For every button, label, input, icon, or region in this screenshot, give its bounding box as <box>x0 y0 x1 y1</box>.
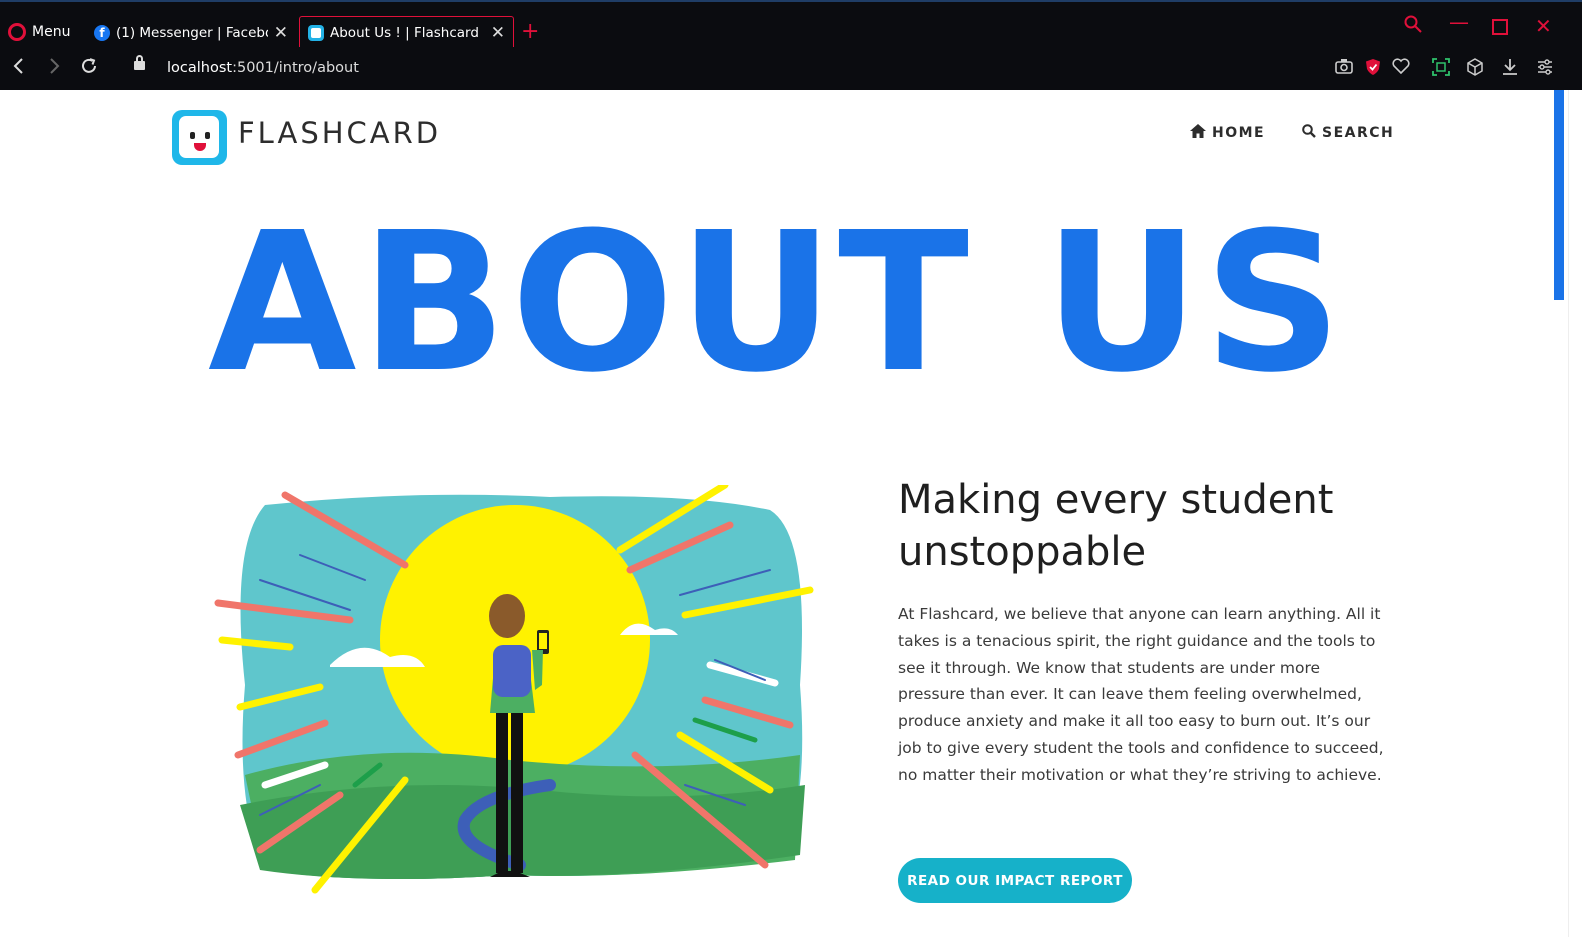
back-icon[interactable] <box>12 57 26 80</box>
search-icon <box>1302 124 1316 142</box>
flashcard-logo[interactable] <box>172 110 227 165</box>
cube-icon[interactable] <box>1465 58 1485 80</box>
download-icon[interactable] <box>1500 58 1520 80</box>
snapshot-icon[interactable] <box>1431 58 1451 80</box>
adblock-shield-icon[interactable] <box>1363 58 1383 80</box>
home-icon <box>1190 124 1206 142</box>
close-tab-icon[interactable]: ✕ <box>491 23 505 43</box>
about-body-text: At Flashcard, we believe that anyone can… <box>898 605 1384 784</box>
about-headline: Making every student unstoppable <box>898 474 1398 578</box>
logo-mouth <box>194 143 206 151</box>
url-host: localhost <box>167 60 233 76</box>
nav-search-link[interactable]: SEARCH <box>1302 124 1394 142</box>
reload-icon[interactable] <box>80 57 98 80</box>
browser-menu-button[interactable]: Menu <box>8 20 70 44</box>
student-sun-illustration <box>214 485 814 894</box>
tab-title: (1) Messenger | Facebook <box>116 24 268 41</box>
opera-logo-icon <box>8 23 26 41</box>
heart-icon[interactable] <box>1391 58 1411 78</box>
page-title: ABOUT US <box>207 192 1347 415</box>
minimize-icon[interactable]: — <box>1449 10 1469 34</box>
impact-report-button[interactable]: READ OUR IMPACT REPORT <box>898 858 1132 903</box>
logo-card-shape <box>179 116 219 158</box>
address-bar: localhost:5001/intro/about <box>0 47 1582 90</box>
url-field[interactable]: localhost:5001/intro/about <box>167 60 359 76</box>
nav-home-label: HOME <box>1212 125 1266 141</box>
browser-menu-label: Menu <box>32 24 71 40</box>
browser-sidebar-edge <box>1568 90 1582 937</box>
nav-home-link[interactable]: HOME <box>1190 124 1265 142</box>
logo-eye <box>190 132 195 139</box>
logo-eye <box>205 132 210 139</box>
tab-title: About Us ! | Flashcard <box>330 25 479 41</box>
url-path: :5001/intro/about <box>232 60 359 76</box>
search-tabs-icon[interactable] <box>1404 14 1422 38</box>
brand-name[interactable]: FLASHCARD <box>238 116 441 150</box>
camera-icon[interactable] <box>1334 58 1354 78</box>
maximize-icon[interactable] <box>1492 16 1508 40</box>
headline-line-2: unstoppable <box>898 529 1147 575</box>
nav-search-label: SEARCH <box>1322 125 1395 141</box>
close-tab-icon[interactable]: ✕ <box>274 23 288 43</box>
easy-setup-icon[interactable] <box>1535 58 1555 80</box>
headline-line-1: Making every student <box>898 477 1334 523</box>
new-tab-icon[interactable]: + <box>521 19 539 44</box>
tab-messenger[interactable]: f (1) Messenger | Facebook ✕ <box>86 16 296 49</box>
lock-icon[interactable] <box>134 55 145 70</box>
tab-about-us[interactable]: About Us ! | Flashcard ✕ <box>299 16 514 49</box>
flashcard-favicon-icon <box>308 25 324 41</box>
forward-icon[interactable] <box>47 57 61 80</box>
web-page: FLASHCARD HOME SEARCH ABOUT US Making ev… <box>0 90 1554 937</box>
close-window-icon[interactable]: ✕ <box>1535 14 1552 38</box>
facebook-favicon-icon: f <box>94 24 110 41</box>
browser-tab-bar: Menu f (1) Messenger | Facebook ✕ About … <box>0 0 1582 49</box>
page-scrollbar-thumb[interactable] <box>1554 90 1564 300</box>
